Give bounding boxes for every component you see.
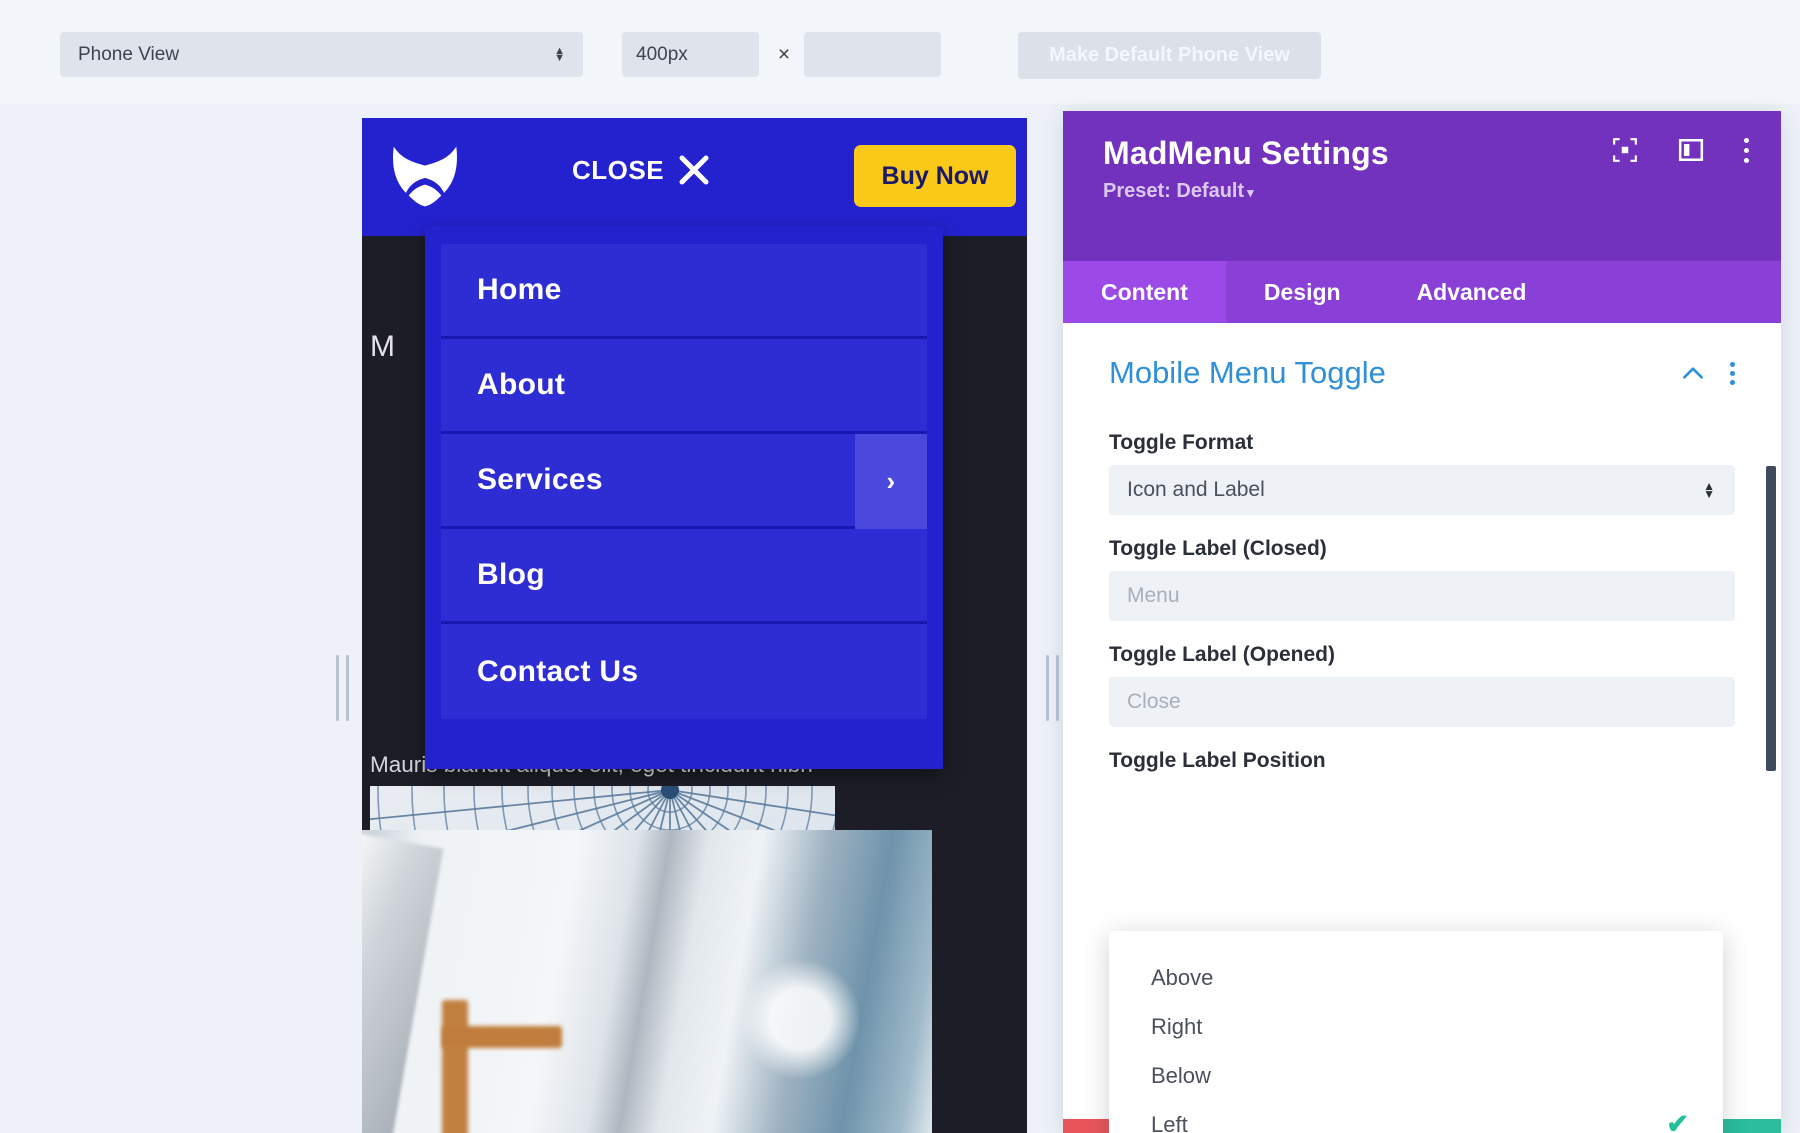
viewport-width-input[interactable]: 400px: [622, 32, 759, 77]
buy-now-button[interactable]: Buy Now: [854, 145, 1016, 207]
view-mode-select[interactable]: Phone View ▲ ▼: [60, 32, 583, 77]
section-header-mobile-menu-toggle[interactable]: Mobile Menu Toggle: [1109, 323, 1735, 409]
field-label-toggle-label-position: Toggle Label Position: [1109, 749, 1326, 772]
close-label: CLOSE: [572, 154, 665, 185]
phone-preview: M Mauris blandit aliquet elit, eget tinc…: [362, 118, 1027, 1133]
photo-blur-shape: [362, 831, 444, 1133]
dropdown-option-label: Right: [1151, 1013, 1203, 1039]
screen-root: Phone View ▲ ▼ 400px × Make Default Phone…: [0, 0, 1800, 1133]
resize-handle-right-a[interactable]: [1046, 655, 1049, 721]
photo-chair-leg: [442, 1000, 468, 1133]
mobile-menu-panel: Home About Services › Blog Contact Us: [425, 226, 943, 769]
toggle-format-value: Icon and Label: [1127, 478, 1265, 501]
viewport-width-value: 400px: [636, 43, 688, 65]
toggle-label-position-dropdown: Above Right Below Left ✔: [1109, 931, 1723, 1133]
chevron-up-icon[interactable]: [1680, 360, 1706, 386]
field-label-toggle-format: Toggle Format: [1109, 431, 1254, 454]
dropdown-option-label: Left: [1151, 1111, 1188, 1133]
menu-item-blog[interactable]: Blog: [441, 529, 927, 624]
field-label-toggle-label-opened: Toggle Label (Opened): [1109, 643, 1335, 666]
madmenu-logo-icon: [393, 146, 457, 207]
dropdown-option-above[interactable]: Above: [1109, 953, 1723, 1002]
preview-site-header: CLOSE Buy Now: [362, 118, 1027, 236]
dropdown-option-label: Below: [1151, 1062, 1211, 1088]
hidden-heading-text: M: [370, 330, 395, 363]
menu-item-home[interactable]: Home: [441, 244, 927, 339]
layout-panel-icon[interactable]: [1678, 137, 1704, 163]
menu-item-label: Contact Us: [477, 654, 639, 688]
settings-header-actions: [1612, 137, 1749, 163]
menu-item-label: Home: [477, 273, 562, 306]
dropdown-option-right[interactable]: Right: [1109, 1002, 1723, 1051]
dropdown-option-label: Above: [1151, 964, 1214, 990]
menu-item-label: Services: [477, 463, 603, 496]
dropdown-option-below[interactable]: Below: [1109, 1051, 1723, 1100]
resize-handle-right-b[interactable]: [1056, 655, 1059, 721]
menu-item-about[interactable]: About: [441, 339, 927, 434]
section-title: Mobile Menu Toggle: [1109, 355, 1386, 390]
preset-label: Preset: Default: [1103, 180, 1245, 202]
toggle-label-opened-input[interactable]: Close: [1109, 677, 1735, 727]
select-spinner-icon: ▲ ▼: [1703, 479, 1715, 501]
tab-content[interactable]: Content: [1063, 261, 1226, 323]
preview-image-front: [362, 830, 932, 1133]
make-default-phone-view-button[interactable]: Make Default Phone View: [1018, 32, 1321, 79]
menu-item-label: Blog: [477, 558, 545, 591]
select-spinner-icon: ▲ ▼: [554, 44, 565, 64]
close-x-icon: [679, 155, 709, 185]
view-mode-value: Phone View: [78, 43, 180, 65]
preview-toolbar: Phone View ▲ ▼ 400px × Make Default Phone…: [0, 0, 1800, 104]
settings-scrollbar-thumb[interactable]: [1766, 466, 1776, 771]
photo-chair-bar: [442, 1026, 562, 1048]
menu-close-button[interactable]: CLOSE: [572, 154, 710, 186]
viewport-height-input[interactable]: [804, 32, 941, 77]
caret-down-icon: ▾: [1247, 185, 1254, 200]
more-vertical-icon[interactable]: [1744, 137, 1749, 163]
field-label-toggle-label-closed: Toggle Label (Closed): [1109, 537, 1327, 560]
resize-handle-left-a[interactable]: [336, 655, 339, 721]
settings-header: MadMenu Settings Preset: Default ▾: [1063, 111, 1781, 261]
focus-icon[interactable]: [1612, 137, 1638, 163]
resize-handle-left-b[interactable]: [346, 655, 349, 721]
dimension-separator: ×: [777, 42, 791, 66]
check-icon: ✔: [1666, 1109, 1689, 1133]
dropdown-option-left[interactable]: Left ✔: [1109, 1100, 1723, 1133]
mobile-menu-list: Home About Services › Blog Contact Us: [441, 244, 927, 719]
settings-body: Mobile Menu Toggle Toggle Format Icon an…: [1063, 323, 1781, 1133]
settings-preset-selector[interactable]: Preset: Default ▾: [1103, 180, 1745, 203]
toggle-label-closed-input[interactable]: Menu: [1109, 571, 1735, 621]
toggle-format-select[interactable]: Icon and Label ▲ ▼: [1109, 465, 1735, 515]
tab-advanced[interactable]: Advanced: [1379, 261, 1565, 323]
menu-item-contact-us[interactable]: Contact Us: [441, 624, 927, 719]
toggle-label-closed-placeholder: Menu: [1127, 584, 1180, 607]
settings-tabs: Content Design Advanced: [1063, 261, 1781, 323]
menu-item-services[interactable]: Services ›: [441, 434, 927, 529]
toggle-label-opened-placeholder: Close: [1127, 690, 1181, 713]
settings-panel: MadMenu Settings Preset: Default ▾ Conte…: [1063, 111, 1781, 1133]
menu-item-label: About: [477, 368, 566, 401]
tab-design[interactable]: Design: [1226, 261, 1379, 323]
section-more-vertical-icon[interactable]: [1730, 361, 1735, 385]
submenu-chevron-right-icon[interactable]: ›: [855, 434, 927, 529]
